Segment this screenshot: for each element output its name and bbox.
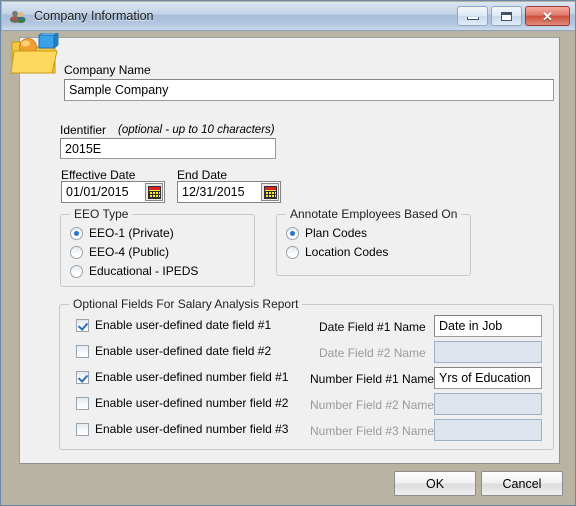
checkbox-row-number-field-2[interactable]: Enable user-defined number field #2: [76, 396, 288, 410]
people-icon: [9, 7, 27, 25]
radio-indicator-icon: [286, 245, 299, 259]
company-information-window: Company Information ✕ Company Name Sampl…: [0, 0, 576, 506]
number-field-3-name-input[interactable]: [434, 419, 542, 441]
maximize-icon: [501, 11, 512, 21]
optional-fields-group: Optional Fields For Salary Analysis Repo…: [59, 297, 554, 450]
company-name-input[interactable]: Sample Company: [64, 79, 554, 101]
checkbox-row-date-field-2[interactable]: Enable user-defined date field #2: [76, 344, 271, 358]
close-button[interactable]: ✕: [525, 6, 570, 26]
checkbox-label: Enable user-defined number field #1: [95, 370, 289, 384]
close-icon: ✕: [542, 8, 553, 24]
effective-date-label: Effective Date: [61, 168, 136, 182]
ok-button[interactable]: OK: [394, 471, 476, 496]
eeo-type-group: EEO Type EEO-1 (Private) EEO-4 (Public) …: [60, 207, 255, 287]
end-date-field[interactable]: 12/31/2015: [177, 181, 281, 203]
minimize-icon: [466, 17, 479, 20]
checkbox-label: Enable user-defined date field #1: [95, 318, 272, 332]
optional-fields-group-title: Optional Fields For Salary Analysis Repo…: [69, 297, 303, 311]
eeo-type-group-title: EEO Type: [70, 207, 133, 221]
radio-indicator-icon: [286, 226, 299, 240]
effective-date-value: 01/01/2015: [66, 185, 129, 199]
effective-date-field[interactable]: 01/01/2015: [61, 181, 165, 203]
radio-eeo-1-private[interactable]: EEO-1 (Private): [70, 226, 174, 240]
checkbox-label: Enable user-defined number field #3: [95, 422, 289, 436]
annotate-group-title: Annotate Employees Based On: [286, 207, 462, 221]
number-field-3-name-label: Number Field #3 Name: [310, 424, 435, 438]
checkbox-indicator-icon: [76, 318, 89, 332]
number-field-1-name-input[interactable]: Yrs of Education: [434, 367, 542, 389]
cancel-button[interactable]: Cancel: [481, 471, 563, 496]
radio-location-codes[interactable]: Location Codes: [286, 245, 388, 259]
folder-icon: [9, 33, 61, 77]
calendar-icon: [147, 185, 161, 199]
checkbox-indicator-icon: [76, 422, 89, 436]
minimize-button[interactable]: [457, 6, 488, 26]
effective-date-calendar-button[interactable]: [145, 183, 163, 201]
checkbox-indicator-icon: [76, 344, 89, 358]
window-controls: ✕: [457, 6, 570, 26]
calendar-icon: [263, 185, 277, 199]
checkbox-label: Enable user-defined number field #2: [95, 396, 289, 410]
company-name-label: Company Name: [64, 63, 151, 77]
radio-indicator-icon: [70, 226, 83, 240]
annotate-employees-group: Annotate Employees Based On Plan Codes L…: [276, 207, 471, 276]
checkbox-indicator-icon: [76, 396, 89, 410]
radio-label: Location Codes: [305, 245, 389, 259]
radio-eeo-4-public[interactable]: EEO-4 (Public): [70, 245, 169, 259]
checkbox-label: Enable user-defined date field #2: [95, 344, 272, 358]
end-date-value: 12/31/2015: [182, 185, 245, 199]
radio-indicator-icon: [70, 245, 83, 259]
identifier-input[interactable]: 2015E: [60, 138, 276, 159]
radio-plan-codes[interactable]: Plan Codes: [286, 226, 367, 240]
radio-label: EEO-4 (Public): [89, 245, 170, 259]
identifier-hint: (optional - up to 10 characters): [118, 124, 275, 136]
end-date-calendar-button[interactable]: [261, 183, 279, 201]
radio-educational-ipeds[interactable]: Educational - IPEDS: [70, 264, 198, 278]
date-field-2-name-label: Date Field #2 Name: [319, 346, 426, 360]
date-field-2-name-input[interactable]: [434, 341, 542, 363]
radio-indicator-icon: [70, 264, 83, 278]
number-field-2-name-label: Number Field #2 Name: [310, 398, 435, 412]
end-date-label: End Date: [177, 168, 228, 182]
checkbox-row-number-field-3[interactable]: Enable user-defined number field #3: [76, 422, 288, 436]
number-field-1-name-label: Number Field #1 Name: [310, 372, 435, 386]
window-title: Company Information: [34, 9, 154, 23]
number-field-2-name-input[interactable]: [434, 393, 542, 415]
checkbox-row-date-field-1[interactable]: Enable user-defined date field #1: [76, 318, 271, 332]
radio-label: EEO-1 (Private): [89, 226, 174, 240]
identifier-label: Identifier: [60, 123, 107, 137]
checkbox-row-number-field-1[interactable]: Enable user-defined number field #1: [76, 370, 288, 384]
maximize-button[interactable]: [491, 6, 522, 26]
title-bar: Company Information ✕: [2, 2, 575, 31]
radio-label: Plan Codes: [305, 226, 368, 240]
date-field-1-name-input[interactable]: Date in Job: [434, 315, 542, 337]
date-field-1-name-label: Date Field #1 Name: [319, 320, 426, 334]
radio-label: Educational - IPEDS: [89, 264, 199, 278]
checkbox-indicator-icon: [76, 370, 89, 384]
